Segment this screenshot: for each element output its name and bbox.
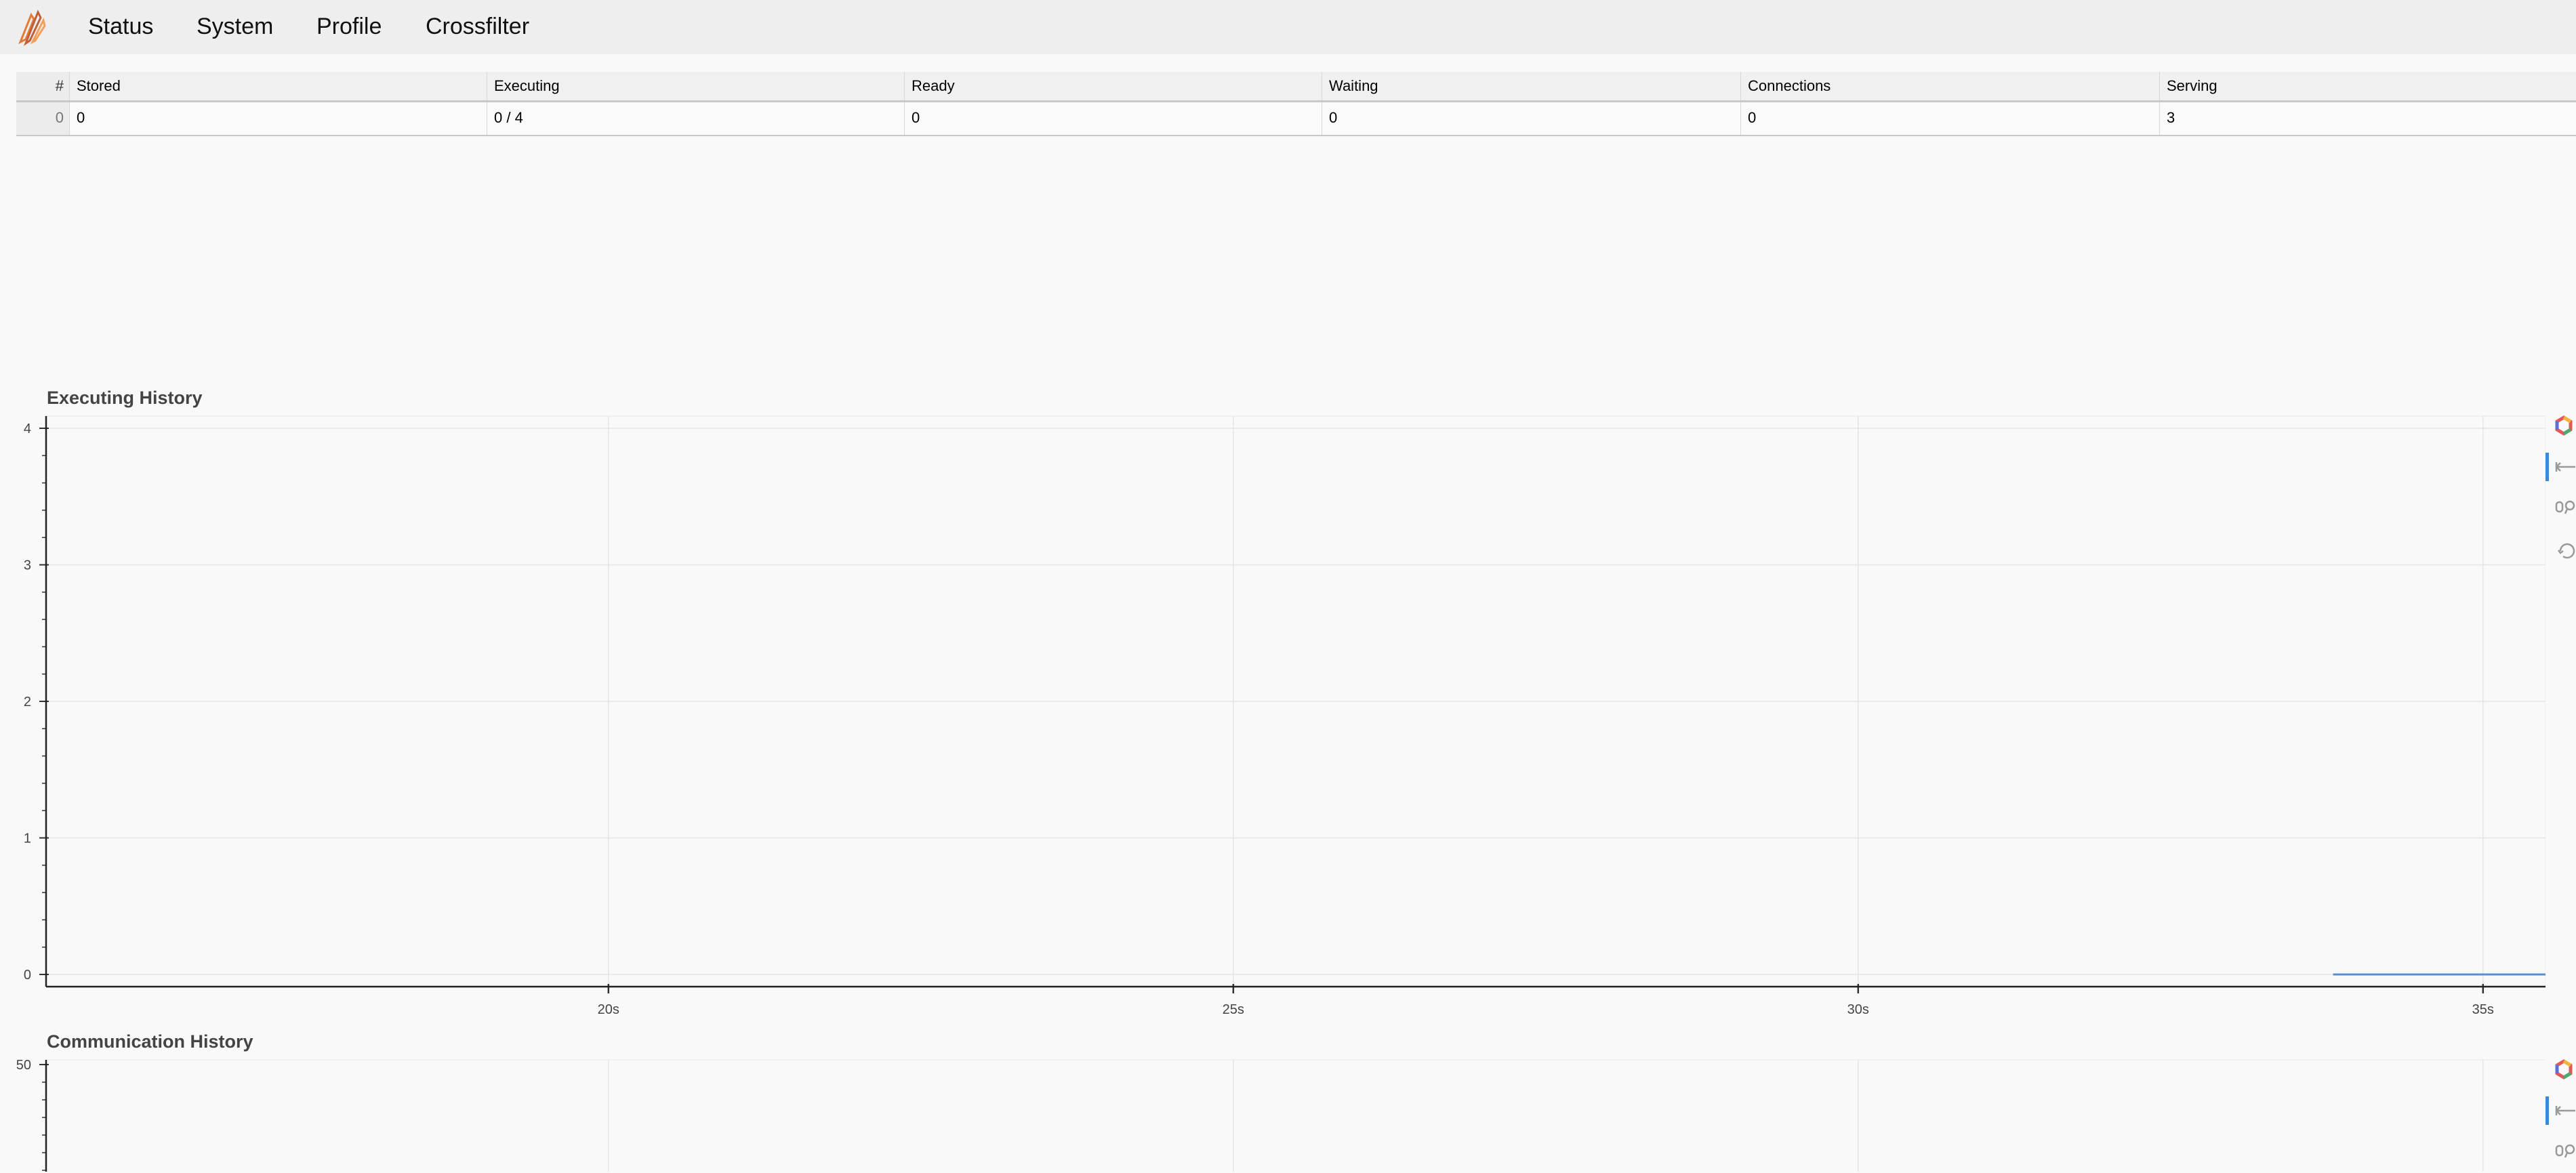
status-table: # Stored Executing Ready Waiting Connect… (16, 72, 2576, 137)
y-tick-label: 50 (16, 1058, 31, 1073)
communication-history-plot[interactable]: 50 (0, 1050, 2546, 1172)
column-header-ready[interactable]: Ready (904, 72, 1322, 100)
x-tick-label: 20s (598, 1002, 619, 1017)
xpan-icon[interactable] (2546, 1094, 2576, 1128)
nav-system-link[interactable]: System (197, 0, 273, 54)
communication-history-title: Communication History (47, 1031, 253, 1052)
executing-history-plot[interactable]: 0 1 2 3 4 20s 25s 30s 35s (0, 407, 2546, 1030)
waiting-cell[interactable]: 0 (1322, 102, 1740, 135)
serving-cell[interactable]: 3 (2159, 102, 2576, 135)
column-header-serving[interactable]: Serving (2159, 72, 2576, 100)
column-header-index[interactable]: # (16, 72, 69, 100)
nav-status-link[interactable]: Status (88, 0, 153, 54)
communication-history-toolbar (2546, 1054, 2576, 1172)
y-tick-label: 3 (24, 558, 31, 573)
y-tick-label: 2 (24, 695, 31, 709)
column-header-connections[interactable]: Connections (1740, 72, 2159, 100)
nav-profile-link[interactable]: Profile (316, 0, 382, 54)
table-header-row: # Stored Executing Ready Waiting Connect… (16, 72, 2576, 102)
row-index-cell: 0 (16, 102, 69, 135)
x-tick-label: 30s (1847, 1002, 1869, 1017)
column-header-stored[interactable]: Stored (69, 72, 487, 100)
wheel-zoom-icon[interactable] (2546, 1136, 2576, 1170)
executing-history-title: Executing History (47, 388, 203, 408)
x-tick-label: 25s (1223, 1002, 1244, 1017)
xpan-icon[interactable] (2546, 450, 2576, 484)
nav-crossfilter-link[interactable]: Crossfilter (426, 0, 529, 54)
column-header-waiting[interactable]: Waiting (1322, 72, 1740, 100)
y-tick-label: 4 (24, 421, 31, 436)
ready-cell[interactable]: 0 (904, 102, 1322, 135)
y-tick-label: 0 (24, 968, 31, 983)
executing-cell[interactable]: 0 / 4 (487, 102, 904, 135)
table-row[interactable]: 0 0 0 / 4 0 0 0 3 (16, 102, 2576, 136)
connections-cell[interactable]: 0 (1740, 102, 2159, 135)
dask-logo-icon[interactable] (14, 5, 49, 47)
top-navbar: Status System Profile Crossfilter (0, 0, 2576, 54)
executing-history-toolbar (2546, 411, 2576, 587)
x-tick-label: 35s (2472, 1002, 2494, 1017)
y-tick-label: 1 (24, 831, 31, 846)
stored-cell[interactable]: 0 (69, 102, 487, 135)
bokeh-logo-icon[interactable] (2546, 411, 2576, 445)
reset-icon[interactable] (2546, 534, 2576, 568)
wheel-zoom-icon[interactable] (2546, 492, 2576, 526)
bokeh-logo-icon[interactable] (2546, 1054, 2576, 1088)
column-header-executing[interactable]: Executing (487, 72, 904, 100)
